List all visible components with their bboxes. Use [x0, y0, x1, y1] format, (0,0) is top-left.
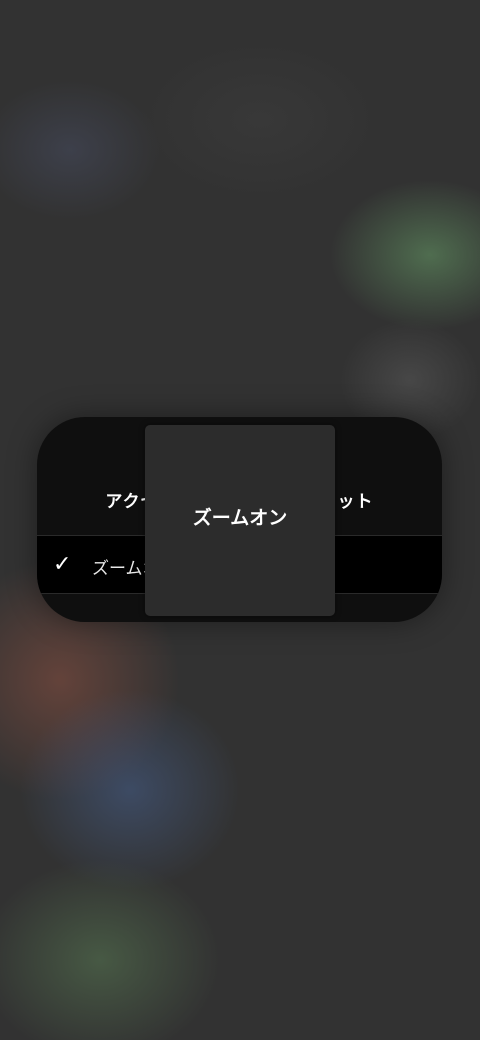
blurred-background-shape — [0, 80, 160, 220]
zoom-on-toast: ズームオン — [145, 425, 335, 616]
blurred-background-shape — [140, 40, 380, 200]
blurred-background-shape — [330, 180, 480, 330]
blurred-home-screen-background: アクセシビリティショートカット ✓ ズームオン ズームオン — [0, 0, 480, 1040]
blurred-background-shape — [20, 690, 240, 890]
checkmark-icon: ✓ — [53, 552, 72, 577]
toast-label: ズームオン — [192, 507, 288, 529]
blurred-background-shape — [0, 860, 220, 1040]
